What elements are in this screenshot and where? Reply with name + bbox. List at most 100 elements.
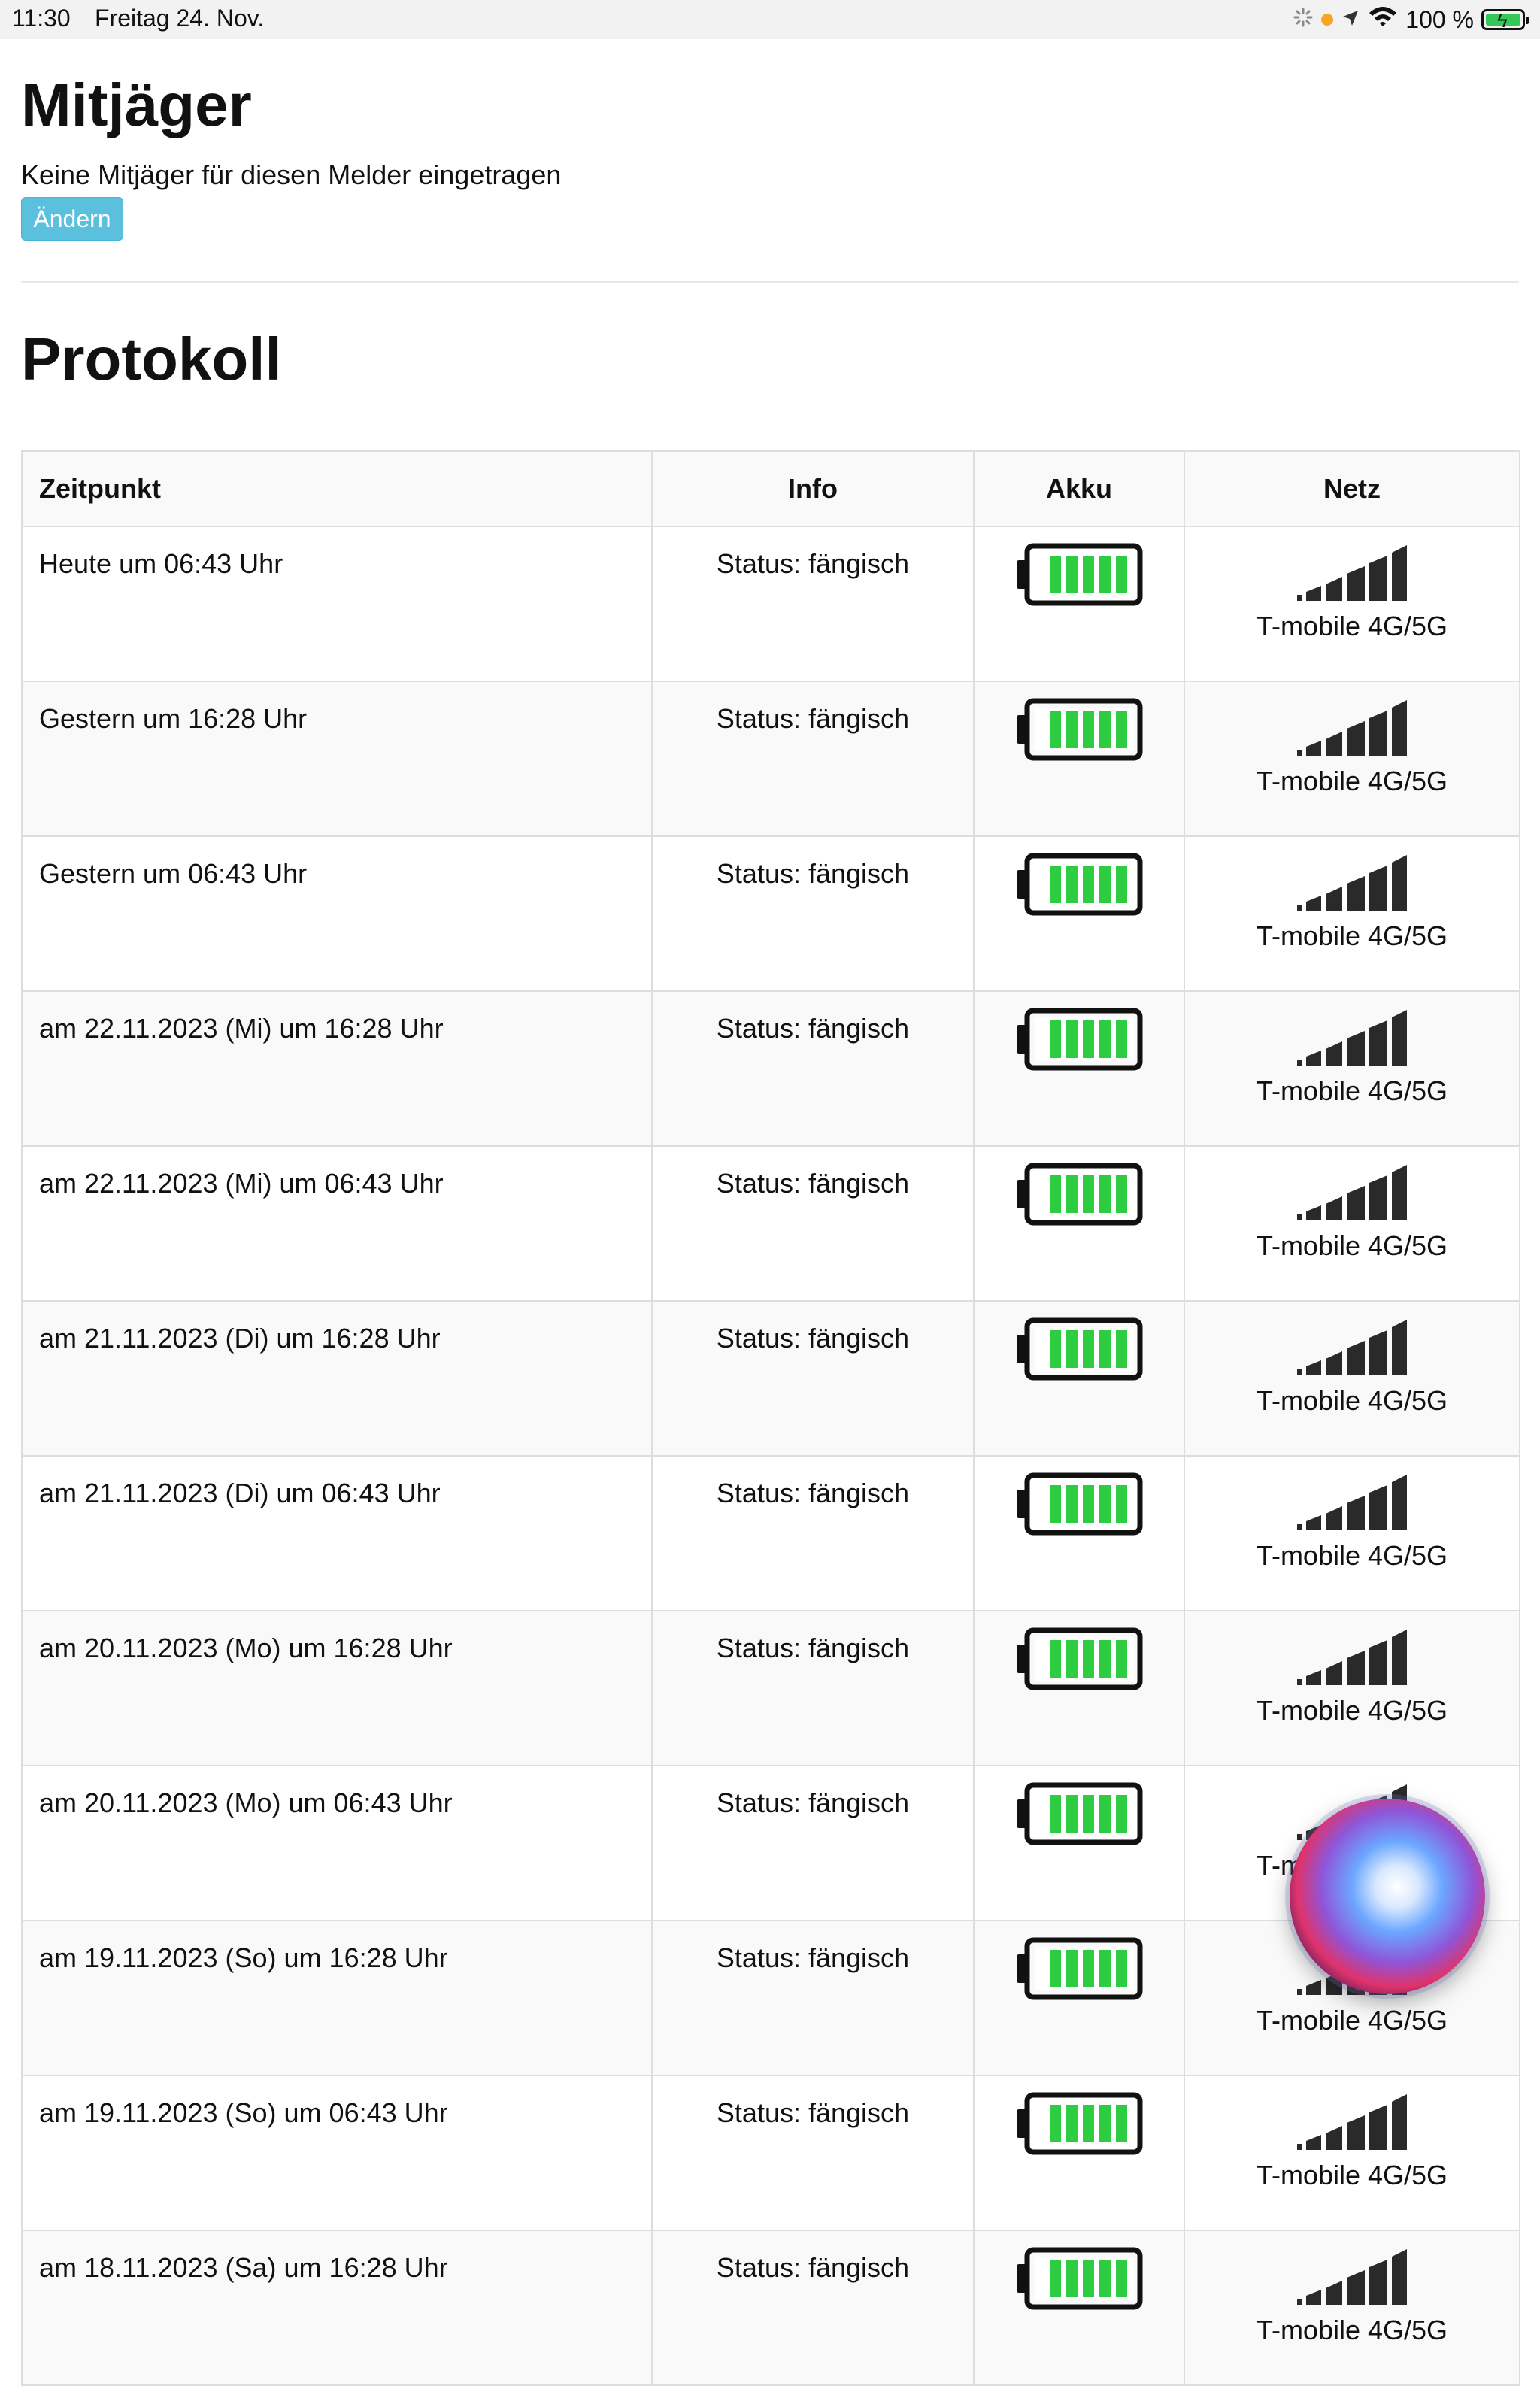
signal-strength-icon <box>1296 1320 1408 1383</box>
battery-full-icon <box>1015 1937 1143 2007</box>
battery-full-icon <box>1015 698 1143 768</box>
status-date: Freitag 24. Nov. <box>95 5 265 32</box>
cell-zeitpunkt: am 21.11.2023 (Di) um 16:28 Uhr <box>21 1300 653 1457</box>
cell-netz: T-mobile 4G/5G <box>1184 681 1520 837</box>
header-info[interactable]: Info <box>651 450 975 527</box>
cell-info: Status: fängisch <box>651 2230 975 2386</box>
cell-zeitpunkt: Heute um 06:43 Uhr <box>21 526 653 682</box>
status-time: 11:30 <box>12 5 71 32</box>
battery-full-icon <box>1015 543 1143 613</box>
cell-akku <box>973 2230 1185 2386</box>
wifi-icon <box>1368 5 1398 34</box>
battery-full-icon <box>1015 2092 1143 2162</box>
network-label: T-mobile 4G/5G <box>1256 1540 1448 1571</box>
cell-akku <box>973 990 1185 1147</box>
section-title-protokoll: Protokoll <box>21 326 282 393</box>
table-header-row: Zeitpunkt Info Akku Netz <box>21 450 1520 527</box>
network-label: T-mobile 4G/5G <box>1256 766 1448 796</box>
battery-full-icon <box>1015 1163 1143 1232</box>
table-row: Gestern um 16:28 Uhr Status: fängisch T-… <box>21 681 1520 837</box>
table-row: am 22.11.2023 (Mi) um 16:28 Uhr Status: … <box>21 990 1520 1147</box>
cell-zeitpunkt: am 19.11.2023 (So) um 06:43 Uhr <box>21 2075 653 2231</box>
table-row: am 19.11.2023 (So) um 06:43 Uhr Status: … <box>21 2075 1520 2231</box>
cell-akku <box>973 1145 1185 1302</box>
signal-strength-icon <box>1296 1010 1408 1073</box>
status-right-group: 100 % ϟ <box>1293 3 1529 36</box>
status-bar: 11:30 Freitag 24. Nov. 100 % ϟ <box>0 0 1540 39</box>
cell-netz: T-mobile 4G/5G <box>1184 2075 1520 2231</box>
cell-info: Status: fängisch <box>651 990 975 1147</box>
table-row: am 19.11.2023 (So) um 16:28 Uhr Status: … <box>21 1920 1520 2076</box>
page-title: Mitjäger <box>21 71 252 138</box>
cell-info: Status: fängisch <box>651 1610 975 1766</box>
orange-dot-indicator <box>1321 14 1334 26</box>
network-label: T-mobile 4G/5G <box>1256 2160 1448 2190</box>
battery-charging-icon: ϟ <box>1481 9 1529 31</box>
cell-info: Status: fängisch <box>651 526 975 682</box>
cell-akku <box>973 1920 1185 2076</box>
table-row: Gestern um 06:43 Uhr Status: fängisch T-… <box>21 835 1520 992</box>
cell-netz: T-mobile 4G/5G <box>1184 1300 1520 1457</box>
network-label: T-mobile 4G/5G <box>1256 920 1448 951</box>
cell-akku <box>973 835 1185 992</box>
cell-zeitpunkt: am 18.11.2023 (Sa) um 16:28 Uhr <box>21 2230 653 2386</box>
cell-zeitpunkt: am 19.11.2023 (So) um 16:28 Uhr <box>21 1920 653 2076</box>
activity-spinner-icon <box>1293 6 1314 34</box>
battery-full-icon <box>1015 1472 1143 1542</box>
table-row: am 18.11.2023 (Sa) um 16:28 Uhr Status: … <box>21 2230 1520 2386</box>
battery-percentage: 100 % <box>1405 5 1474 33</box>
battery-full-icon <box>1015 1627 1143 1697</box>
cell-info: Status: fängisch <box>651 1455 975 1611</box>
table-row: am 20.11.2023 (Mo) um 16:28 Uhr Status: … <box>21 1610 1520 1766</box>
cell-info: Status: fängisch <box>651 2075 975 2231</box>
cell-netz: T-mobile 4G/5G <box>1184 835 1520 992</box>
divider <box>21 281 1519 283</box>
cell-info: Status: fängisch <box>651 1920 975 2076</box>
header-akku[interactable]: Akku <box>973 450 1185 527</box>
battery-full-icon <box>1015 853 1143 923</box>
cell-akku <box>973 681 1185 837</box>
network-label: T-mobile 4G/5G <box>1256 1075 1448 1106</box>
protocol-table: Zeitpunkt Info Akku Netz Heute um 06:43 … <box>21 450 1520 2386</box>
siri-orb-icon[interactable] <box>1290 1799 1485 1994</box>
network-label: T-mobile 4G/5G <box>1256 1230 1448 1261</box>
signal-strength-icon <box>1296 545 1408 608</box>
cell-info: Status: fängisch <box>651 835 975 992</box>
cell-akku <box>973 1455 1185 1611</box>
battery-full-icon <box>1015 2247 1143 2317</box>
header-netz[interactable]: Netz <box>1184 450 1520 527</box>
signal-strength-icon <box>1296 2094 1408 2157</box>
table-row: am 21.11.2023 (Di) um 16:28 Uhr Status: … <box>21 1300 1520 1457</box>
signal-strength-icon <box>1296 1165 1408 1228</box>
cell-akku <box>973 1300 1185 1457</box>
cell-info: Status: fängisch <box>651 1300 975 1457</box>
cell-akku <box>973 2075 1185 2231</box>
cell-netz: T-mobile 4G/5G <box>1184 1455 1520 1611</box>
edit-button[interactable]: Ändern <box>21 197 123 241</box>
cell-zeitpunkt: am 20.11.2023 (Mo) um 06:43 Uhr <box>21 1765 653 1921</box>
table-row: am 21.11.2023 (Di) um 06:43 Uhr Status: … <box>21 1455 1520 1611</box>
cell-netz: T-mobile 4G/5G <box>1184 990 1520 1147</box>
signal-strength-icon <box>1296 1475 1408 1538</box>
cell-zeitpunkt: am 20.11.2023 (Mo) um 16:28 Uhr <box>21 1610 653 1766</box>
cell-zeitpunkt: am 21.11.2023 (Di) um 06:43 Uhr <box>21 1455 653 1611</box>
header-zeitpunkt[interactable]: Zeitpunkt <box>21 450 653 527</box>
signal-strength-icon <box>1296 700 1408 763</box>
network-label: T-mobile 4G/5G <box>1256 611 1448 641</box>
battery-full-icon <box>1015 1317 1143 1387</box>
signal-strength-icon <box>1296 855 1408 918</box>
location-arrow-icon <box>1341 6 1360 34</box>
cell-netz: T-mobile 4G/5G <box>1184 1610 1520 1766</box>
cell-info: Status: fängisch <box>651 1765 975 1921</box>
cell-netz: T-mobile 4G/5G <box>1184 526 1520 682</box>
cell-zeitpunkt: am 22.11.2023 (Mi) um 16:28 Uhr <box>21 990 653 1147</box>
cell-netz: T-mobile 4G/5G <box>1184 1145 1520 1302</box>
cell-info: Status: fängisch <box>651 681 975 837</box>
network-label: T-mobile 4G/5G <box>1256 1385 1448 1416</box>
cell-zeitpunkt: am 22.11.2023 (Mi) um 06:43 Uhr <box>21 1145 653 1302</box>
network-label: T-mobile 4G/5G <box>1256 2315 1448 2345</box>
network-label: T-mobile 4G/5G <box>1256 2005 1448 2036</box>
battery-full-icon <box>1015 1782 1143 1852</box>
network-label: T-mobile 4G/5G <box>1256 1695 1448 1726</box>
cell-akku <box>973 526 1185 682</box>
